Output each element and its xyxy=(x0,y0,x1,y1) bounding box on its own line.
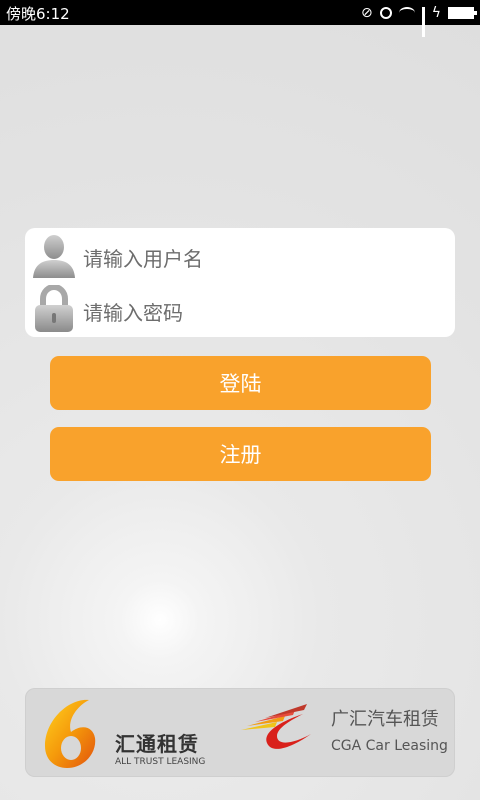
charging-icon: ϟ xyxy=(431,5,441,21)
battery-icon xyxy=(448,7,477,19)
status-time: 傍晚6:12 xyxy=(6,5,70,23)
login-button[interactable]: 登陆 xyxy=(50,356,431,410)
cga-logo-icon xyxy=(241,704,311,749)
logo2-name: 广汇汽车租赁 xyxy=(331,709,439,730)
logo1-subtitle: ALL TRUST LEASING xyxy=(115,757,206,767)
username-input[interactable]: 请输入用户名 xyxy=(83,243,203,272)
partner-logos-banner: 汇通租赁 ALL TRUST LEASING 广汇汽车租赁 CGA Car Le… xyxy=(25,688,455,777)
status-icons: ⊘ ϟ xyxy=(361,4,477,37)
logo1-name: 汇通租赁 xyxy=(115,732,199,756)
lock-icon xyxy=(35,285,73,332)
user-icon xyxy=(33,235,75,278)
alarm-icon xyxy=(379,7,392,19)
register-button[interactable]: 注册 xyxy=(50,427,431,481)
wifi-icon xyxy=(398,7,415,19)
username-field[interactable]: 请输入用户名 xyxy=(25,228,455,282)
status-bar: 傍晚6:12 ⊘ ϟ xyxy=(0,0,480,37)
password-input[interactable]: 请输入密码 xyxy=(83,297,183,326)
signal-icon xyxy=(421,7,425,37)
login-form: 请输入用户名 请输入密码 xyxy=(25,228,455,337)
logo2-subtitle: CGA Car Leasing xyxy=(331,738,448,754)
all-trust-logo-icon xyxy=(45,699,96,768)
mute-icon: ⊘ xyxy=(361,5,373,21)
password-field[interactable]: 请输入密码 xyxy=(25,282,455,336)
